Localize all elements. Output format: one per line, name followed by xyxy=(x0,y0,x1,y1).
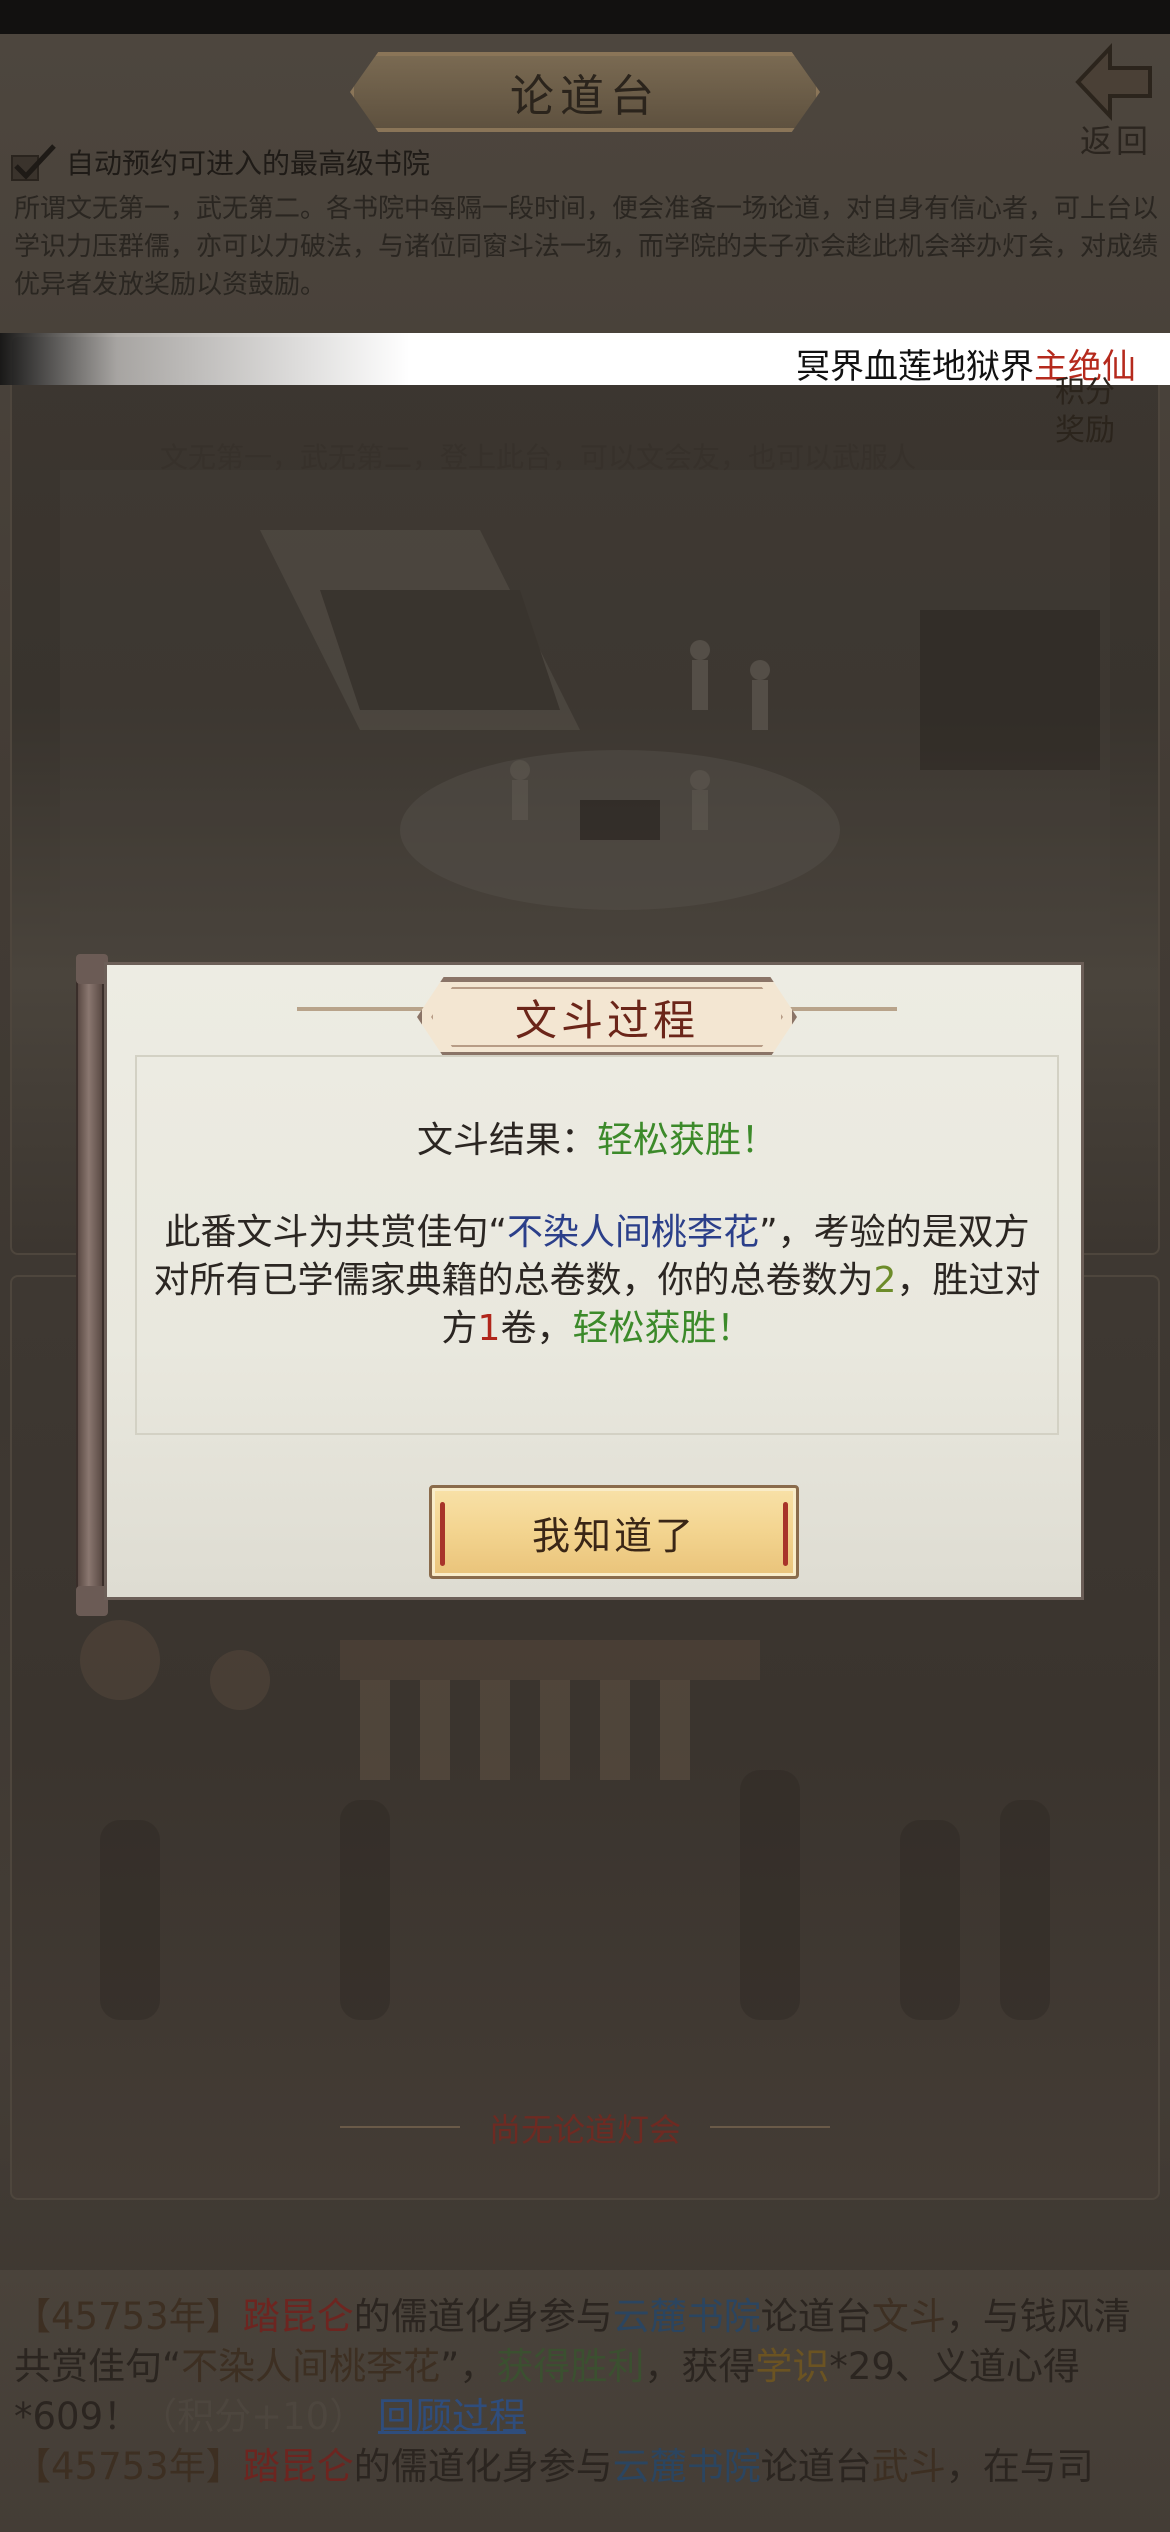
back-button[interactable]: 返回 xyxy=(1060,42,1170,162)
arena-scene-image xyxy=(60,470,1110,990)
intro-text: 所谓文无第一，武无第二。各书院中每隔一段时间，便会准备一场论道，对自身有信心者，… xyxy=(14,194,1159,300)
dialog-content: 文斗结果：轻松获胜！ 此番文斗为共赏佳句“不染人间桃李花”，考验的是双方对所有已… xyxy=(135,1055,1059,1435)
log-text: 论道台 xyxy=(760,2295,872,2338)
scroll-rod-left xyxy=(76,954,108,1616)
result-description: 此番文斗为共赏佳句“不染人间桃李花”，考验的是双方对所有已学儒家典籍的总卷数，你… xyxy=(137,1209,1057,1353)
log-result: 获得胜利 xyxy=(496,2345,645,2388)
log-text: ”， xyxy=(440,2345,497,2388)
log-year: 【45753年】 xyxy=(14,2295,243,2338)
auto-reserve-label: 自动预约可进入的最高级书院 xyxy=(66,147,431,180)
log-player: 踏昆仑 xyxy=(242,2295,354,2338)
log-text: 论道台 xyxy=(760,2445,872,2488)
divider-right xyxy=(710,2126,830,2128)
dialog-body: 文斗过程 文斗结果：轻松获胜！ 此番文斗为共赏佳句“不染人间桃李花”，考验的是双… xyxy=(104,962,1084,1600)
banner-prefix: 冥界血莲地狱界 xyxy=(796,347,1034,385)
result-value: 轻松获胜！ xyxy=(597,1120,778,1161)
result-label: 文斗结果： xyxy=(416,1120,597,1161)
desc-text: 卷， xyxy=(500,1308,573,1349)
checkmark-icon xyxy=(11,144,56,181)
score-reward-button[interactable]: 积分 奖励 xyxy=(1007,327,1170,497)
confirm-button[interactable]: 我知道了 xyxy=(429,1485,799,1579)
desc-text: 此番文斗为共赏佳句“ xyxy=(164,1212,507,1253)
no-lantern-text: 尚无论道灯会 xyxy=(488,2111,681,2149)
auto-reserve-row[interactable]: 自动预约可进入的最高级书院 xyxy=(10,140,430,184)
title-inner-border xyxy=(431,987,783,1047)
battle-log: 【45753年】踏昆仑的儒道化身参与云麓书院论道台文斗，与钱风清共赏佳句“不染人… xyxy=(0,2270,1170,2532)
log-item: 学识 xyxy=(755,2345,830,2388)
log-text: 的儒道化身参与 xyxy=(353,2445,613,2488)
log-text: 的儒道化身参与 xyxy=(353,2295,613,2338)
page-title: 论道台 xyxy=(350,52,820,132)
log-academy: 云麓书院 xyxy=(612,2445,761,2488)
log-mode: 文斗 xyxy=(871,2295,946,2338)
scrolling-banner: 冥界血莲地狱界主绝仙 xyxy=(0,333,1170,385)
arena-subtitle: 文无第一，武无第二，登上此台，可以文会友，也可以武服人 xyxy=(160,441,917,474)
score-reward-line1: 积分 xyxy=(1055,375,1115,410)
lantern-scene-image xyxy=(80,1620,1050,2020)
back-label: 返回 xyxy=(1080,122,1153,160)
log-academy: 云麓书院 xyxy=(612,2295,761,2338)
debate-process-dialog: 文斗过程 文斗结果：轻松获胜！ 此番文斗为共赏佳句“不染人间桃李花”，考验的是双… xyxy=(76,948,1088,1616)
log-poem: 不染人间桃李花 xyxy=(181,2345,441,2388)
desc-result: 轻松获胜！ xyxy=(572,1308,753,1349)
log-mode: 武斗 xyxy=(871,2445,946,2488)
status-bar xyxy=(0,0,1170,34)
review-process-link[interactable]: 回顾过程 xyxy=(378,2395,526,2438)
log-year: 【45753年】 xyxy=(14,2445,243,2488)
result-line: 文斗结果：轻松获胜！ xyxy=(137,1117,1057,1165)
volume-difference: 1 xyxy=(477,1308,501,1349)
log-entry: 【45753年】踏昆仑的儒道化身参与云麓书院论道台文斗，与钱风清共赏佳句“不染人… xyxy=(14,2292,1158,2442)
score-reward-line2: 奖励 xyxy=(1055,413,1115,448)
log-text: ，在与司 xyxy=(945,2445,1094,2488)
your-volume-count: 2 xyxy=(873,1260,897,1301)
auto-reserve-checkbox[interactable] xyxy=(10,142,56,182)
log-player: 踏昆仑 xyxy=(242,2445,354,2488)
log-entry: 【45753年】踏昆仑的儒道化身参与云麓书院论道台武斗，在与司 xyxy=(14,2442,1158,2492)
poem-title: 不染人间桃李花 xyxy=(506,1212,759,1253)
log-score: （积分+10） xyxy=(140,2395,367,2438)
log-text: ，获得 xyxy=(644,2345,756,2388)
back-arrow-icon xyxy=(1075,42,1152,122)
